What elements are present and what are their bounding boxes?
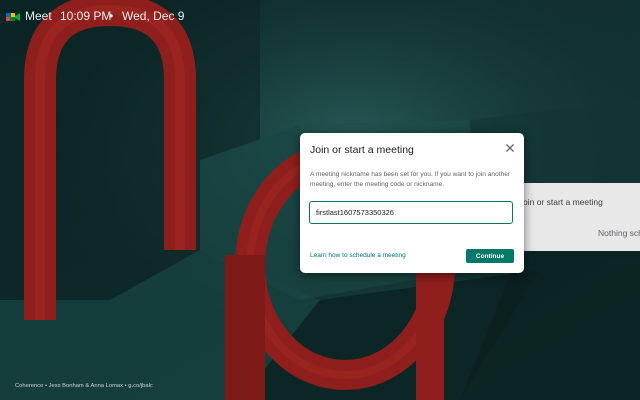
background-panel-subtitle: Nothing sch [598, 228, 640, 238]
background-meeting-panel: oin or start a meeting Nothing sch [518, 183, 640, 251]
close-icon[interactable] [504, 142, 516, 154]
background-panel-title: oin or start a meeting [523, 197, 603, 207]
top-bar: Meet 10:09 PM • Wed, Dec 9 [0, 0, 640, 32]
continue-button[interactable]: Continue [466, 249, 514, 263]
separator-dot: • [109, 9, 114, 23]
dialog-description: A meeting nickname has been set for you.… [310, 171, 511, 188]
background-credit: Coherence • Jess Bonham & Anna Lomax • g… [15, 383, 153, 389]
schedule-meeting-link[interactable]: Learn how to schedule a meeting [310, 252, 406, 259]
meeting-code-input[interactable] [309, 201, 513, 224]
current-date: Wed, Dec 9 [122, 9, 185, 23]
current-time: 10:09 PM [60, 9, 112, 23]
google-meet-logo-icon [6, 13, 20, 21]
join-meeting-dialog: Join or start a meeting A meeting nickna… [300, 133, 524, 273]
dialog-title: Join or start a meeting [310, 144, 414, 156]
app-name: Meet [25, 9, 52, 23]
